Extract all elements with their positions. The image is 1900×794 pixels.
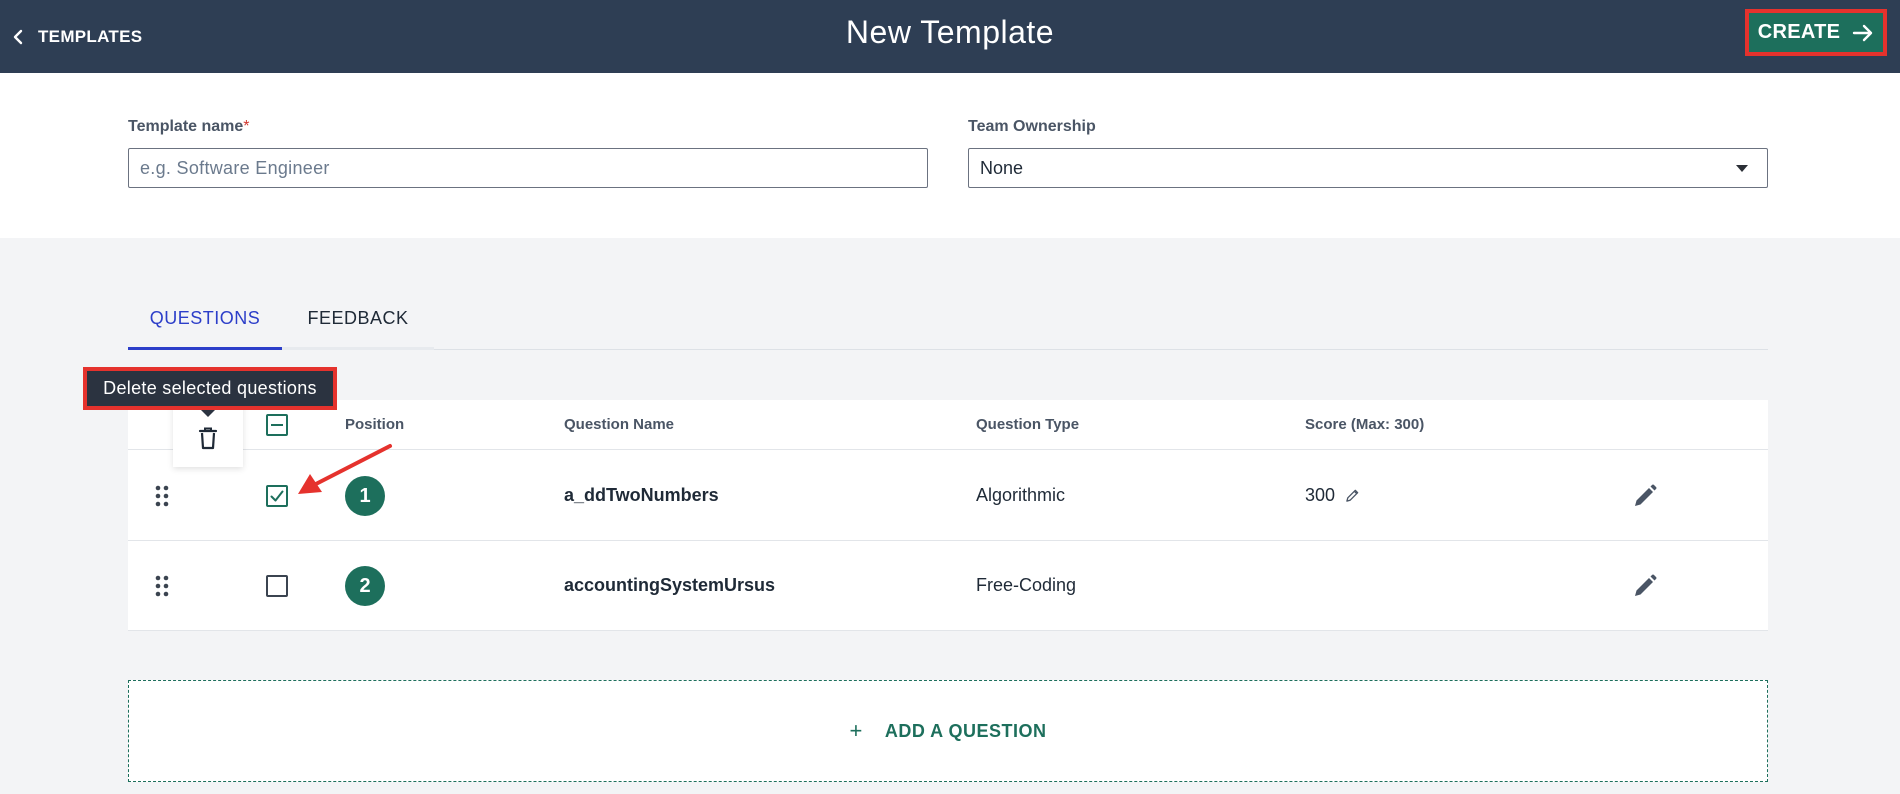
question-name: a_ddTwoNumbers [564, 485, 719, 505]
row-checkbox[interactable] [266, 485, 288, 507]
plus-icon: + [849, 718, 863, 743]
questions-table: Position Question Name Question Type Sco… [128, 400, 1768, 631]
tab-bar: QUESTIONS FEEDBACK [128, 300, 1768, 350]
trash-icon [198, 427, 218, 449]
question-type: Algorithmic [976, 485, 1066, 505]
add-question-button[interactable]: + ADD A QUESTION [128, 680, 1768, 782]
question-type: Free-Coding [976, 575, 1077, 595]
tab-questions[interactable]: QUESTIONS [128, 308, 282, 350]
delete-tooltip: Delete selected questions [83, 367, 337, 410]
annotation-arrow [298, 444, 392, 494]
team-ownership-select[interactable]: None [968, 148, 1768, 188]
score-cell: 300 [1305, 485, 1360, 506]
select-all-checkbox[interactable] [266, 414, 288, 436]
template-name-label: Template name* [128, 118, 250, 136]
indeterminate-mark [271, 424, 283, 426]
required-marker: * [243, 118, 250, 135]
arrow-right-icon [1853, 24, 1873, 41]
row-checkbox[interactable] [266, 575, 288, 597]
create-button[interactable]: CREATE [1745, 9, 1887, 56]
edit-question-pencil-icon[interactable] [1632, 573, 1658, 599]
table-row: 2 accountingSystemUrsus Free-Coding [128, 541, 1768, 631]
drag-handle-icon[interactable] [155, 484, 169, 508]
team-ownership-value: None [980, 157, 1024, 178]
score-value: 300 [1305, 485, 1336, 505]
template-form: Template name* Team Ownership None [0, 73, 1900, 238]
edit-question-pencil-icon[interactable] [1632, 483, 1658, 509]
page-title: New Template [845, 14, 1055, 50]
position-badge: 2 [345, 566, 385, 606]
tab-feedback[interactable]: FEEDBACK [282, 308, 434, 350]
top-bar: TEMPLATES New Template CREATE [0, 0, 1900, 73]
caret-down-icon [1736, 164, 1748, 172]
header-question-type: Question Type [976, 416, 1080, 433]
template-name-label-text: Template name [128, 118, 244, 135]
tooltip-pointer [201, 410, 215, 417]
team-ownership-label: Team Ownership [968, 118, 1096, 135]
question-name: accountingSystemUrsus [564, 575, 776, 595]
drag-handle-icon[interactable] [155, 574, 169, 598]
template-name-input[interactable] [128, 148, 928, 188]
header-position: Position [345, 416, 405, 433]
check-icon [270, 490, 284, 502]
header-question-name: Question Name [564, 416, 675, 433]
add-question-label: ADD A QUESTION [884, 720, 1047, 741]
header-score: Score (Max: 300) [1305, 416, 1425, 433]
pencil-icon[interactable] [1345, 488, 1360, 503]
create-label: CREATE [1757, 21, 1841, 43]
